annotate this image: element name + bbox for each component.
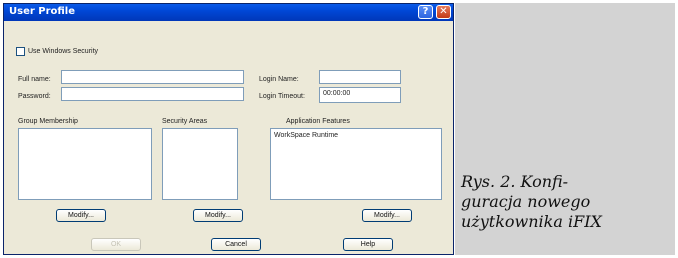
caption-line-1: Rys. 2. Konfi- xyxy=(461,172,569,191)
user-profile-dialog: User Profile ? ✕ Use Windows Security Fu… xyxy=(3,3,454,255)
application-features-list[interactable]: WorkSpace Runtime xyxy=(270,128,442,200)
password-label: Password: xyxy=(18,93,51,100)
help-button[interactable]: Help xyxy=(343,238,393,251)
cancel-button[interactable]: Cancel xyxy=(211,238,261,251)
password-field[interactable] xyxy=(61,87,244,101)
window-title: User Profile xyxy=(9,6,76,17)
close-icon[interactable]: ✕ xyxy=(436,5,451,19)
use-windows-security-checkbox[interactable] xyxy=(16,47,25,56)
caption-line-2: guracja nowego xyxy=(461,192,591,211)
group-membership-label: Group Membership xyxy=(18,118,78,125)
list-item[interactable]: WorkSpace Runtime xyxy=(274,132,338,139)
security-areas-label: Security Areas xyxy=(162,118,208,125)
login-timeout-label: Login Timeout: xyxy=(259,93,305,100)
login-name-label: Login Name: xyxy=(259,76,299,83)
application-features-label: Application Features xyxy=(286,118,350,125)
modify-security-areas-button[interactable]: Modify... xyxy=(193,209,243,222)
help-icon[interactable]: ? xyxy=(418,5,433,19)
security-areas-list[interactable] xyxy=(162,128,238,200)
login-name-field[interactable] xyxy=(319,70,401,84)
modify-group-membership-button[interactable]: Modify... xyxy=(56,209,106,222)
page: User Profile ? ✕ Use Windows Security Fu… xyxy=(0,0,678,258)
modify-application-features-button[interactable]: Modify... xyxy=(362,209,412,222)
title-bar: User Profile ? ✕ xyxy=(4,4,453,21)
ok-button[interactable]: OK xyxy=(91,238,141,251)
group-membership-list[interactable] xyxy=(18,128,152,200)
figure-caption: Rys. 2. Konfi- guracja nowego użytkownik… xyxy=(461,172,671,232)
caption-line-3: użytkownika iFIX xyxy=(461,212,602,231)
use-windows-security-label: Use Windows Security xyxy=(28,48,99,55)
full-name-field[interactable] xyxy=(61,70,244,84)
full-name-label: Full name: xyxy=(18,76,51,83)
login-timeout-field[interactable]: 00:00:00 xyxy=(319,87,401,103)
